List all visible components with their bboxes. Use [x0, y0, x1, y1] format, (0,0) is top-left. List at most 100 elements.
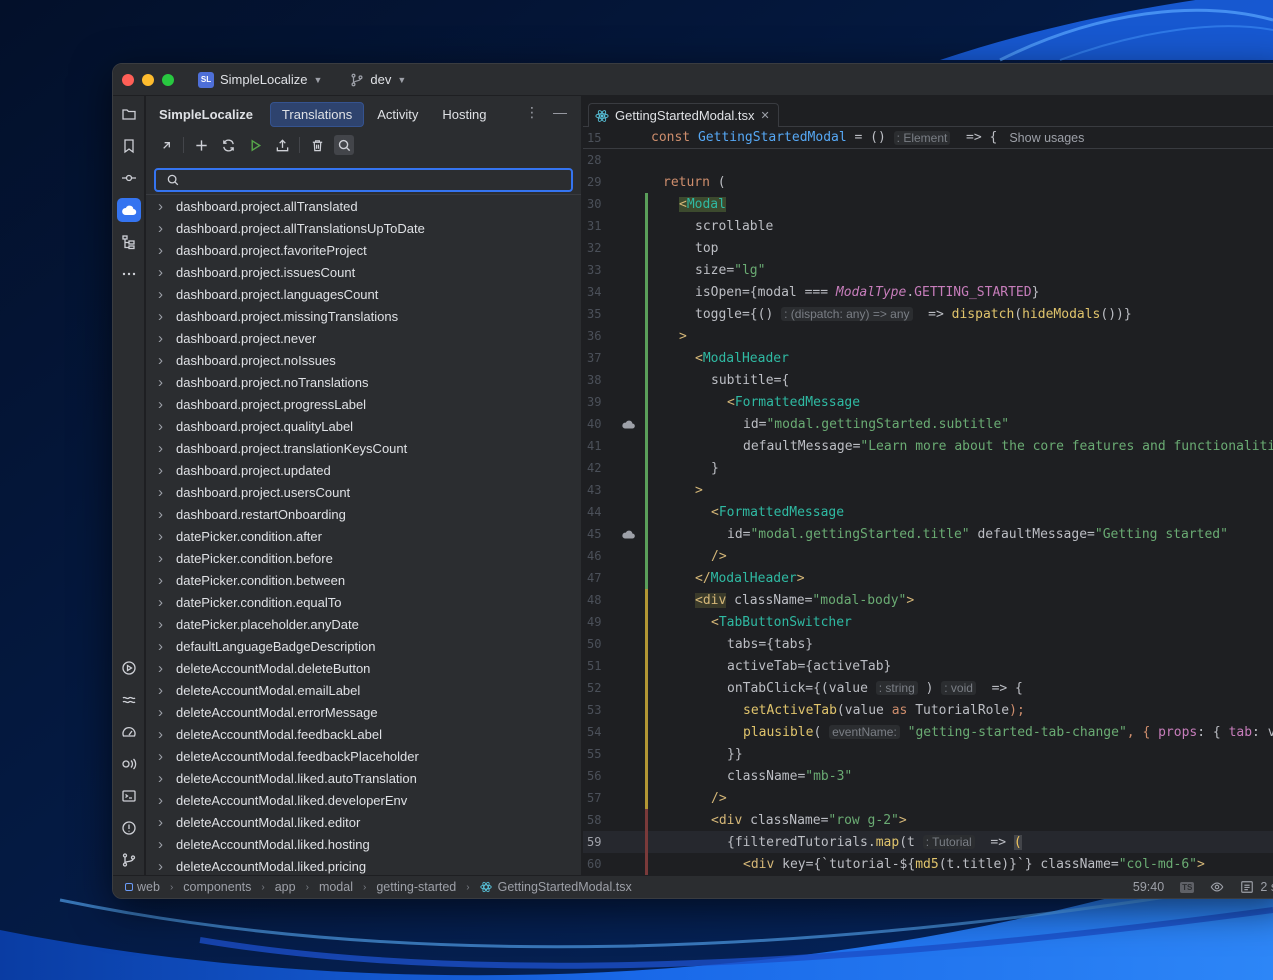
chevron-right-icon[interactable]: › [158, 528, 176, 545]
translation-key-row[interactable]: › deleteAccountModal.liked.hosting [146, 833, 581, 855]
search-input[interactable] [186, 172, 566, 188]
simplelocalize-tool-button[interactable] [117, 198, 141, 222]
translation-key-row[interactable]: › dashboard.project.usersCount [146, 481, 581, 503]
search-toggle-button[interactable] [334, 135, 354, 155]
translation-key-row[interactable]: › dashboard.project.favoriteProject [146, 239, 581, 261]
close-window-button[interactable] [122, 73, 134, 86]
translation-key-row[interactable]: › deleteAccountModal.feedbackPlaceholder [146, 745, 581, 767]
cloud-icon[interactable] [621, 529, 636, 539]
tab-activity[interactable]: Activity [366, 103, 429, 126]
chevron-right-icon[interactable]: › [158, 550, 176, 567]
upload-button[interactable] [272, 135, 292, 155]
translation-key-row[interactable]: › dashboard.project.issuesCount [146, 261, 581, 283]
translation-key-row[interactable]: › datePicker.condition.before [146, 547, 581, 569]
chevron-right-icon[interactable]: › [158, 748, 176, 765]
chevron-right-icon[interactable]: › [158, 638, 176, 655]
tab-translations[interactable]: Translations [269, 101, 365, 127]
profiler-tool-button[interactable] [117, 720, 141, 744]
chevron-right-icon[interactable]: › [158, 704, 176, 721]
chevron-right-icon[interactable]: › [158, 814, 176, 831]
terminal-tool-button[interactable] [117, 784, 141, 808]
tab-hosting[interactable]: Hosting [431, 103, 497, 126]
translation-key-row[interactable]: › deleteAccountModal.deleteButton [146, 657, 581, 679]
project-selector[interactable]: SL SimpleLocalize ▼ [198, 71, 322, 88]
indent-setting[interactable]: 2 spa [1260, 880, 1273, 894]
breadcrumb-item[interactable]: GettingStartedModal.tsx [498, 880, 632, 894]
run-tool-button[interactable] [117, 656, 141, 680]
bookmarks-tool-button[interactable] [117, 134, 141, 158]
key-search-field[interactable] [154, 168, 573, 192]
chevron-right-icon[interactable]: › [158, 220, 176, 237]
translation-key-row[interactable]: › datePicker.condition.after [146, 525, 581, 547]
chevron-right-icon[interactable]: › [158, 594, 176, 611]
commit-tool-button[interactable] [117, 166, 141, 190]
chevron-right-icon[interactable]: › [158, 616, 176, 633]
translation-key-row[interactable]: › dashboard.project.languagesCount [146, 283, 581, 305]
more-options-icon[interactable]: ⋮ [525, 104, 539, 121]
problems-tool-button[interactable] [117, 816, 141, 840]
structure-tool-button[interactable] [117, 230, 141, 254]
breadcrumb-item[interactable]: modal [319, 880, 353, 894]
chevron-right-icon[interactable]: › [158, 242, 176, 259]
branch-selector[interactable]: dev ▼ [350, 72, 406, 87]
chevron-right-icon[interactable]: › [158, 198, 176, 215]
translation-key-row[interactable]: › datePicker.placeholder.anyDate [146, 613, 581, 635]
translation-key-row[interactable]: › dashboard.project.noTranslations [146, 371, 581, 393]
translation-key-row[interactable]: › dashboard.project.allTranslationsUpToDa… [146, 217, 581, 239]
refresh-button[interactable] [218, 135, 238, 155]
add-key-button[interactable] [191, 135, 211, 155]
translation-key-row[interactable]: › dashboard.project.qualityLabel [146, 415, 581, 437]
breadcrumb-item[interactable]: app [275, 880, 296, 894]
chevron-right-icon[interactable]: › [158, 572, 176, 589]
translation-key-row[interactable]: › defaultLanguageBadgeDescription [146, 635, 581, 657]
breadcrumb-item[interactable]: getting-started [376, 880, 456, 894]
chevron-right-icon[interactable]: › [158, 660, 176, 677]
chevron-right-icon[interactable]: › [158, 836, 176, 853]
chevron-right-icon[interactable]: › [158, 396, 176, 413]
translation-key-row[interactable]: › deleteAccountModal.feedbackLabel [146, 723, 581, 745]
chevron-right-icon[interactable]: › [158, 264, 176, 281]
delete-button[interactable] [307, 135, 327, 155]
translation-key-row[interactable]: › dashboard.project.noIssues [146, 349, 581, 371]
translation-key-row[interactable]: › dashboard.project.never [146, 327, 581, 349]
chevron-right-icon[interactable]: › [158, 726, 176, 743]
translation-key-row[interactable]: › deleteAccountModal.errorMessage [146, 701, 581, 723]
chevron-right-icon[interactable]: › [158, 440, 176, 457]
chevron-right-icon[interactable]: › [158, 484, 176, 501]
project-tool-button[interactable] [117, 102, 141, 126]
chevron-right-icon[interactable]: › [158, 858, 176, 875]
translation-key-row[interactable]: › dashboard.project.missingTranslations [146, 305, 581, 327]
chevron-right-icon[interactable]: › [158, 792, 176, 809]
sticky-scroll-line[interactable]: 15 const GettingStartedModal = () : Elem… [583, 127, 1273, 149]
translation-key-row[interactable]: › deleteAccountModal.liked.developerEnv [146, 789, 581, 811]
translation-key-row[interactable]: › deleteAccountModal.liked.autoTranslatio… [146, 767, 581, 789]
minimize-panel-icon[interactable]: — [553, 104, 567, 121]
close-tab-icon[interactable]: ✕ [760, 109, 769, 122]
chevron-right-icon[interactable]: › [158, 462, 176, 479]
chevron-right-icon[interactable]: › [158, 682, 176, 699]
chevron-right-icon[interactable]: › [158, 506, 176, 523]
translation-key-row[interactable]: › datePicker.condition.equalTo [146, 591, 581, 613]
chevron-right-icon[interactable]: › [158, 418, 176, 435]
chevron-right-icon[interactable]: › [158, 352, 176, 369]
git-tool-button[interactable] [117, 848, 141, 872]
chevron-right-icon[interactable]: › [158, 374, 176, 391]
show-usages-link[interactable]: Show usages [1009, 131, 1084, 145]
translation-key-row[interactable]: › dashboard.project.allTranslated [146, 195, 581, 217]
editor-tab-gettingstartedmodal[interactable]: GettingStartedModal.tsx ✕ [588, 103, 779, 127]
services-tool-button[interactable] [117, 688, 141, 712]
code-area[interactable]: 28 29 return ( 30 <Modal 31 scrollable 32 to… [583, 149, 1273, 875]
chevron-right-icon[interactable]: › [158, 286, 176, 303]
translation-key-row[interactable]: › dashboard.project.progressLabel [146, 393, 581, 415]
translation-key-row[interactable]: › deleteAccountModal.liked.editor [146, 811, 581, 833]
typescript-badge[interactable]: TS [1180, 881, 1195, 893]
translation-key-row[interactable]: › deleteAccountModal.emailLabel [146, 679, 581, 701]
chevron-right-icon[interactable]: › [158, 308, 176, 325]
chevron-right-icon[interactable]: › [158, 770, 176, 787]
translation-key-row[interactable]: › deleteAccountModal.liked.pricing [146, 855, 581, 875]
breadcrumb-item[interactable]: web [137, 880, 160, 894]
open-external-button[interactable] [156, 135, 176, 155]
cloud-icon[interactable] [621, 419, 636, 429]
zoom-window-button[interactable] [162, 73, 174, 86]
translation-key-row[interactable]: › datePicker.condition.between [146, 569, 581, 591]
